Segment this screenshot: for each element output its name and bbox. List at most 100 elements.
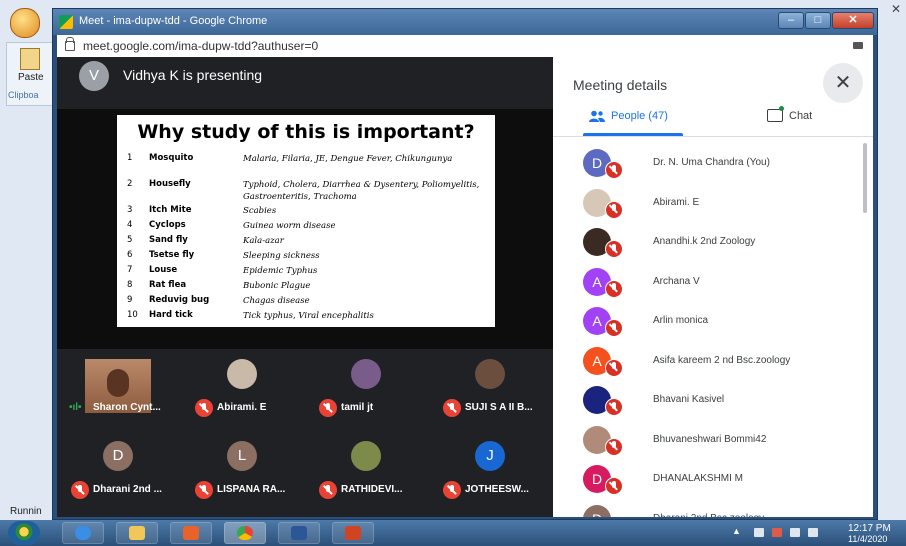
participant-row[interactable]: A Arlin monica: [553, 301, 873, 341]
participant-face: [107, 369, 129, 397]
participant-name: Bhavani Kasivel: [653, 394, 725, 405]
close-panel-button[interactable]: ✕: [823, 63, 863, 103]
mic-off-icon: [605, 161, 623, 179]
disease-list: Guinea worm disease: [243, 221, 336, 231]
network-icon[interactable]: [754, 528, 764, 537]
participant-row[interactable]: A Asifa kareem 2 nd Bsc.zoology: [553, 341, 873, 381]
paste-icon[interactable]: [20, 48, 40, 70]
tab-chat[interactable]: Chat: [763, 106, 853, 135]
window-title: Meet - ima-dupw-tdd - Google Chrome: [79, 15, 268, 27]
participant-avatar: J: [475, 441, 505, 471]
url-text[interactable]: meet.google.com/ima-dupw-tdd?authuser=0: [83, 39, 318, 53]
participant-list-scrollbar[interactable]: [863, 143, 867, 213]
speaking-indicator-icon: •ıl•: [69, 402, 82, 413]
row-number: 1: [127, 153, 133, 163]
participant-name: JOTHEESW...: [465, 484, 529, 495]
participant-list[interactable]: D Dr. N. Uma Chandra (You) Abirami. E Anand…: [553, 137, 873, 517]
taskbar-ie[interactable]: [62, 522, 104, 544]
participant-tile[interactable]: RATHIDEVI...: [305, 439, 427, 505]
participant-avatar: [475, 359, 505, 389]
meet-content: V Vidhya K is presenting Why study of th…: [57, 57, 873, 517]
folder-icon: [129, 526, 145, 540]
participant-name: tamil jt: [341, 402, 374, 413]
mic-off-icon: [605, 437, 623, 456]
participant-tile[interactable]: J JOTHEESW...: [429, 439, 551, 505]
row-number: 6: [127, 250, 133, 260]
disease-list: Malaria, Filaria, JE, Dengue Fever, Chik…: [243, 154, 453, 164]
volume-icon[interactable]: [790, 528, 800, 537]
maximize-button[interactable]: □: [805, 12, 831, 29]
chrome-window: Meet - ima-dupw-tdd - Google Chrome – □ …: [52, 8, 878, 520]
address-bar[interactable]: meet.google.com/ima-dupw-tdd?authuser=0: [57, 35, 873, 57]
meeting-details-panel: Meeting details ✕ People (47) Chat D Dr. …: [553, 57, 873, 517]
presentation-slide: Why study of this is important? 1 Mosquit…: [117, 115, 495, 327]
mic-off-icon: [443, 481, 461, 499]
mic-off-icon: [443, 399, 461, 417]
tab-chat-label: Chat: [789, 110, 813, 122]
participant-tile[interactable]: tamil jt: [305, 357, 427, 423]
background-status-text: Runnin: [10, 506, 42, 517]
background-close-icon[interactable]: ✕: [886, 2, 906, 18]
taskbar-powerpoint[interactable]: [332, 522, 374, 544]
participant-name: Asifa kareem 2 nd Bsc.zoology: [653, 354, 791, 366]
disease-list: Typhoid, Cholera, Diarrhea & Dysentery, …: [243, 180, 480, 202]
participant-name: Dr. N. Uma Chandra (You): [653, 157, 770, 168]
participant-row[interactable]: Abirami. E: [553, 183, 873, 223]
office-button-icon[interactable]: [10, 8, 40, 38]
show-hidden-icons-icon[interactable]: ▲: [732, 526, 741, 536]
minimize-button[interactable]: –: [778, 12, 804, 29]
participant-row[interactable]: Bhavani Kasivel: [553, 380, 873, 420]
disease-list: Tick typhus, Viral encephalitis: [243, 311, 374, 321]
participant-row[interactable]: D Dharani 2nd Bsc zoology: [553, 499, 873, 518]
powerpoint-icon: [345, 526, 361, 540]
participant-name: Dharani 2nd Bsc zoology: [653, 513, 764, 518]
battery-icon[interactable]: [808, 528, 818, 537]
row-number: 3: [127, 205, 133, 215]
meet-favicon-icon: [59, 15, 73, 29]
vector-name: Hard tick: [149, 310, 193, 320]
participant-tile[interactable]: SUJI S A II B...: [429, 357, 551, 423]
vector-name: Itch Mite: [149, 205, 192, 215]
participant-avatar: [351, 359, 381, 389]
row-number: 2: [127, 179, 133, 189]
taskbar-media-player[interactable]: [170, 522, 212, 544]
taskbar-explorer[interactable]: [116, 522, 158, 544]
mic-off-icon: [195, 481, 213, 499]
system-tray: ▲: [732, 524, 852, 542]
participant-row[interactable]: D DHANALAKSHMI M: [553, 459, 873, 499]
participant-tile[interactable]: Abirami. E: [181, 357, 303, 423]
disease-list: Epidemic Typhus: [243, 266, 318, 276]
participant-row[interactable]: D Dr. N. Uma Chandra (You): [553, 143, 873, 183]
cast-icon[interactable]: [853, 42, 863, 49]
vector-name: Louse: [149, 265, 178, 275]
tab-people-label: People (47): [611, 110, 668, 122]
presenter-avatar: V: [79, 61, 109, 91]
people-icon: [589, 110, 605, 122]
tab-people[interactable]: People (47): [583, 109, 683, 136]
start-button[interactable]: [8, 521, 40, 545]
participant-name: Sharon Cynt...: [93, 402, 161, 413]
disease-list: Chagas disease: [243, 296, 310, 306]
mic-off-icon: [605, 279, 623, 298]
lock-icon[interactable]: [65, 41, 75, 51]
title-bar[interactable]: Meet - ima-dupw-tdd - Google Chrome – □ …: [53, 9, 877, 35]
clock-date[interactable]: 11/4/2020: [848, 534, 887, 544]
taskbar-chrome[interactable]: [224, 522, 266, 544]
participant-row[interactable]: Anandhi.k 2nd Zoology: [553, 222, 873, 262]
participant-avatar: L: [227, 441, 257, 471]
row-number: 9: [127, 295, 133, 305]
word-icon: [291, 526, 307, 540]
presentation-area[interactable]: Why study of this is important? 1 Mosquit…: [57, 109, 553, 349]
taskbar-word[interactable]: [278, 522, 320, 544]
action-center-flag-icon[interactable]: [772, 528, 782, 537]
close-window-button[interactable]: ✕: [832, 12, 874, 29]
paste-button[interactable]: Paste: [18, 72, 44, 83]
row-number: 5: [127, 235, 133, 245]
participant-tile[interactable]: L LISPANA RA...: [181, 439, 303, 505]
clipboard-group-label: Clipboa: [8, 90, 39, 100]
participant-row[interactable]: A Archana V: [553, 262, 873, 302]
participant-row[interactable]: Bhuvaneshwari Bommi42: [553, 420, 873, 460]
clock-time[interactable]: 12:17 PM: [848, 523, 891, 534]
participant-tile[interactable]: •ıl• Sharon Cynt...: [57, 357, 179, 423]
participant-tile[interactable]: D Dharani 2nd ...: [57, 439, 179, 505]
